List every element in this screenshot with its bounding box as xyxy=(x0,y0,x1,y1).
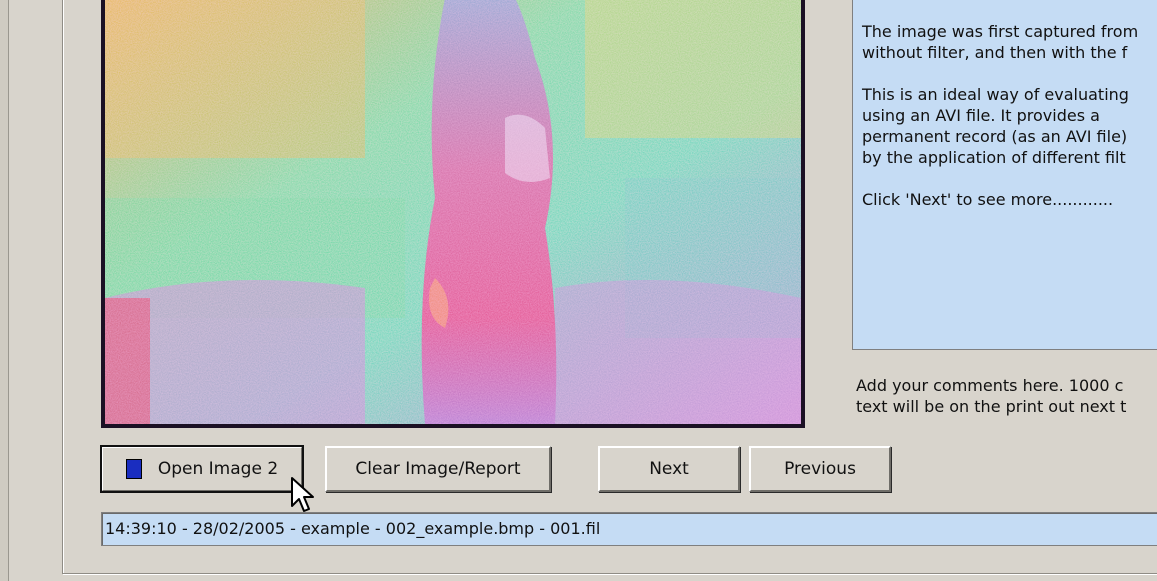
status-bar: 14:39:10 - 28/02/2005 - example - 002_ex… xyxy=(101,512,1157,546)
info-panel: The image was first captured from withou… xyxy=(852,0,1157,350)
info-line: by the application of different filt xyxy=(862,148,1126,167)
comments-hint-line-1: Add your comments here. 1000 c xyxy=(856,376,1124,395)
info-line: Click 'Next' to see more............ xyxy=(862,190,1114,209)
mouse-pointer-icon xyxy=(291,477,314,512)
previous-button[interactable]: Previous xyxy=(749,446,891,492)
clear-image-report-button[interactable]: Clear Image/Report xyxy=(325,446,551,492)
info-line: This is an ideal way of evaluating xyxy=(862,85,1129,104)
filtered-image xyxy=(105,0,801,424)
comments-hint-line-2: text will be on the print out next t xyxy=(856,397,1127,416)
info-line: permanent record (as an AVI file) xyxy=(862,127,1128,146)
filtered-image-view xyxy=(101,0,805,428)
color-swatch-icon xyxy=(125,459,142,479)
status-text: 14:39:10 - 28/02/2005 - example - 002_ex… xyxy=(105,519,601,538)
info-line: The image was first captured from xyxy=(862,22,1139,41)
next-label: Next xyxy=(649,459,689,479)
window-left-edge xyxy=(0,0,9,581)
open-image-label: Open Image 2 xyxy=(157,459,279,479)
info-line: without filter, and then with the f xyxy=(862,43,1128,62)
previous-label: Previous xyxy=(784,459,856,479)
comments-hint: Add your comments here. 1000 c text will… xyxy=(856,375,1157,417)
info-paragraph-1: The image was first captured from withou… xyxy=(862,21,1157,63)
next-button[interactable]: Next xyxy=(598,446,740,492)
open-image-button[interactable]: Open Image 2 xyxy=(100,445,304,493)
info-paragraph-3: Click 'Next' to see more............ xyxy=(862,189,1157,210)
info-line: using an AVI file. It provides a xyxy=(862,106,1100,125)
clear-label: Clear Image/Report xyxy=(355,459,521,479)
info-paragraph-2: This is an ideal way of evaluating using… xyxy=(862,84,1157,168)
